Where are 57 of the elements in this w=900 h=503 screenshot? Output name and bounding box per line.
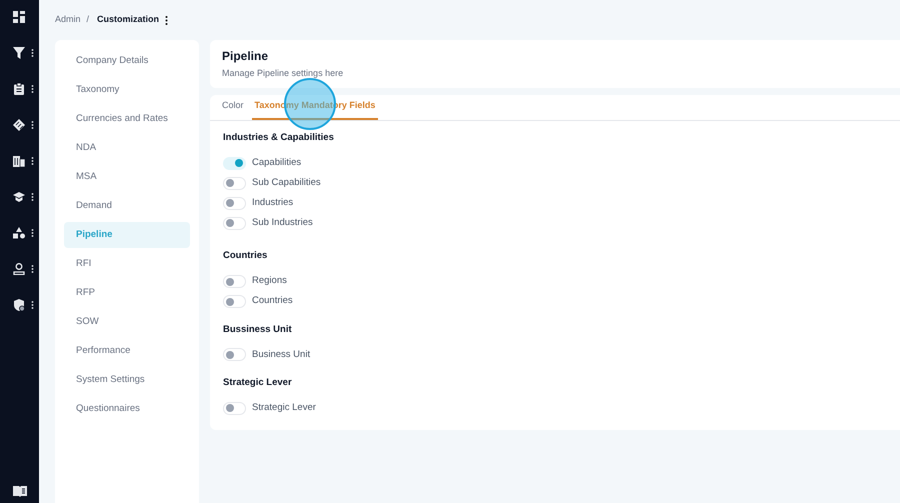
more-icon[interactable] <box>165 16 168 24</box>
page-title: Pipeline <box>222 49 270 64</box>
more-icon[interactable] <box>31 265 34 273</box>
shapes-icon[interactable] <box>13 227 25 239</box>
page-subtitle: Manage Pipeline settings here <box>222 67 344 80</box>
more-icon[interactable] <box>31 121 34 129</box>
menu-item[interactable]: Questionnaires <box>64 399 190 419</box>
section-title: Countries <box>223 249 268 264</box>
more-icon[interactable] <box>31 229 34 237</box>
toggle-label: Capabilities <box>252 156 302 170</box>
graduation-cap-icon[interactable] <box>13 191 25 203</box>
menu-item[interactable]: System Settings <box>64 370 190 390</box>
menu-item[interactable]: Company Details <box>64 51 190 71</box>
more-icon[interactable] <box>31 157 34 165</box>
breadcrumb-separator: / <box>86 13 90 26</box>
clipboard-icon[interactable] <box>13 83 25 95</box>
dashboard-icon[interactable] <box>13 11 25 23</box>
more-icon[interactable] <box>31 49 34 57</box>
menu-item[interactable]: Currencies and Rates <box>64 109 190 129</box>
shield-icon[interactable] <box>13 299 25 311</box>
menu-item[interactable]: Demand <box>64 196 190 216</box>
more-icon[interactable] <box>31 193 34 201</box>
user-icon[interactable] <box>13 263 25 275</box>
more-icon[interactable] <box>31 301 34 309</box>
toggle-label: Regions <box>252 274 287 288</box>
tab[interactable]: Color <box>222 94 244 120</box>
toggle-label: Strategic Lever <box>252 400 316 415</box>
breadcrumb-link[interactable]: Admin <box>55 13 81 27</box>
menu-item[interactable]: Taxonomy <box>64 80 190 100</box>
menu-item[interactable]: SOW <box>64 312 190 332</box>
toggle-switch[interactable] <box>223 216 246 230</box>
menu-item[interactable]: Performance <box>64 341 190 361</box>
toggle-switch[interactable] <box>223 402 246 414</box>
toggle-switch[interactable] <box>223 275 246 288</box>
toggle-label: Countries <box>252 294 293 308</box>
toggle-label: Sub Industries <box>252 216 313 230</box>
toggle-switch[interactable] <box>223 295 246 308</box>
section-title: Bussiness Unit <box>223 322 293 336</box>
toggle-label: Industries <box>252 196 294 210</box>
more-icon[interactable] <box>31 85 34 93</box>
toggle-label: Business Unit <box>252 348 310 362</box>
breadcrumb-current: Customization <box>97 13 160 26</box>
toggle-switch[interactable] <box>223 348 246 362</box>
section-title: Industries & Capabilities <box>223 131 335 145</box>
menu-item[interactable]: MSA <box>64 167 190 187</box>
menu-item[interactable]: NDA <box>64 138 190 158</box>
toggle-switch[interactable] <box>223 156 246 170</box>
building-icon[interactable] <box>13 155 25 167</box>
menu-item[interactable]: Pipeline <box>64 222 190 248</box>
toggle-switch[interactable] <box>223 176 246 190</box>
toggle-switch[interactable] <box>223 196 246 210</box>
funnel-icon[interactable] <box>13 47 25 59</box>
menu-item[interactable]: RFP <box>64 283 190 303</box>
section-title: Strategic Lever <box>223 376 293 390</box>
toggle-label: Sub Capabilities <box>252 176 321 190</box>
book-icon[interactable] <box>12 485 26 497</box>
menu-item[interactable]: RFI <box>64 254 190 274</box>
